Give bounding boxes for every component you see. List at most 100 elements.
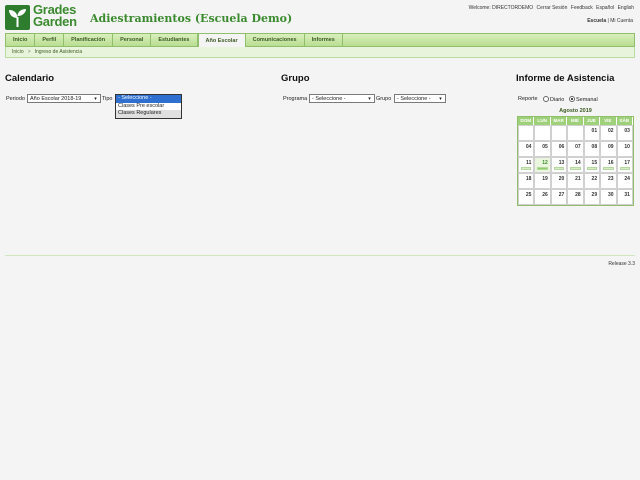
calendar-day[interactable]: 10 bbox=[616, 141, 633, 157]
calendar-day[interactable]: 29 bbox=[583, 189, 601, 205]
breadcrumb-current: Ingreso de Asistencia bbox=[34, 49, 83, 55]
english-link[interactable]: English bbox=[618, 5, 634, 11]
periodo-label: Periodo bbox=[6, 96, 25, 102]
nav-perfil[interactable]: Perfil bbox=[35, 34, 65, 46]
calendar-day[interactable]: 19 bbox=[534, 173, 551, 189]
calendar-day-number: 23 bbox=[607, 176, 614, 182]
programa-select[interactable]: - Seleccione - ▾ bbox=[309, 94, 375, 103]
calendar-day[interactable]: 25 bbox=[518, 189, 535, 205]
calendar-day-number: 16 bbox=[607, 160, 614, 166]
calendar-day-number: 02 bbox=[607, 128, 614, 134]
attendance-calendar: DOM LUN MAR MIE JUE VIE SÁB 01 02 03 04 05 06… bbox=[517, 116, 634, 206]
calendar-day[interactable]: 17 bbox=[616, 157, 633, 173]
tipo-option-regulares[interactable]: Clases Regulares bbox=[116, 110, 181, 118]
diario-radio[interactable] bbox=[543, 96, 549, 102]
calendar-day[interactable]: 15 bbox=[583, 157, 601, 173]
account-links: Escuela | Mi Cuenta bbox=[587, 18, 633, 24]
calendar-day-number: 28 bbox=[575, 192, 581, 198]
tipo-option-pre-escolar[interactable]: Clases Pre escolar bbox=[116, 103, 181, 111]
calendar-day-number: 01 bbox=[591, 128, 598, 134]
escuela-link[interactable]: Escuela bbox=[587, 18, 606, 24]
calendar-day[interactable]: 26 bbox=[534, 189, 551, 205]
calendar-day-number: 25 bbox=[525, 192, 532, 198]
attendance-bar bbox=[586, 167, 598, 170]
calendar-day[interactable]: 09 bbox=[600, 141, 617, 157]
calendar-day-number: 26 bbox=[542, 192, 548, 198]
calendar-day-number: 06 bbox=[558, 144, 565, 150]
calendar-day-number: 03 bbox=[624, 128, 630, 134]
calendar-day-number: 30 bbox=[607, 192, 614, 198]
calendar-week-row: 01 02 03 bbox=[518, 125, 633, 141]
calendar-day[interactable]: 24 bbox=[616, 173, 633, 189]
spanish-link[interactable]: Español bbox=[596, 5, 614, 11]
tipo-option-seleccione[interactable]: - Seleccione - bbox=[116, 95, 181, 103]
weekday-lun: LUN bbox=[534, 117, 551, 125]
grupo-value: - Seleccione - bbox=[397, 95, 431, 102]
logo-line2: Garden bbox=[33, 14, 77, 29]
calendar-day[interactable]: 12 bbox=[534, 157, 551, 173]
chevron-down-icon: ▾ bbox=[439, 96, 442, 102]
sprout-icon bbox=[5, 5, 30, 30]
mi-cuenta-link[interactable]: Mi Cuenta bbox=[610, 18, 633, 24]
welcome-text: Welcome: DIRECTORDEMO bbox=[468, 5, 534, 11]
calendar-day-number: 10 bbox=[624, 144, 630, 150]
calendar-day[interactable]: 11 bbox=[518, 157, 535, 173]
calendar-day[interactable]: 16 bbox=[600, 157, 617, 173]
calendar-day[interactable]: 23 bbox=[600, 173, 617, 189]
calendar-day-number: 08 bbox=[591, 144, 598, 150]
calendar-day[interactable]: 31 bbox=[616, 189, 633, 205]
attendance-bar bbox=[537, 167, 548, 170]
feedback-link[interactable]: Feedback bbox=[571, 5, 593, 11]
grupo-label: Grupo bbox=[376, 96, 392, 102]
calendar-day[interactable]: 20 bbox=[550, 173, 568, 189]
app-title: Adiestramientos (Escuela Demo) bbox=[90, 12, 293, 25]
weekday-mar: MAR bbox=[551, 117, 568, 125]
nav-personal[interactable]: Personal bbox=[113, 34, 152, 46]
nav-planificacion[interactable]: Planificación bbox=[64, 34, 114, 46]
nav-inicio[interactable]: Inicio bbox=[6, 34, 36, 46]
calendar-day[interactable]: 02 bbox=[600, 125, 617, 141]
calendar-day[interactable]: 03 bbox=[616, 125, 633, 141]
calendar-day-number: 27 bbox=[558, 192, 565, 198]
programa-value: - Seleccione - bbox=[312, 95, 346, 102]
calendar-day[interactable]: 05 bbox=[534, 141, 551, 157]
weekday-vie: VIE bbox=[600, 117, 617, 125]
calendar-day[interactable]: 30 bbox=[600, 189, 617, 205]
calendar-day[interactable]: 04 bbox=[518, 141, 535, 157]
calendar-day[interactable]: 13 bbox=[550, 157, 568, 173]
calendar-empty-cell bbox=[534, 125, 551, 141]
calendar-day-number: 13 bbox=[558, 160, 565, 166]
calendar-week-row: 11 12 13 14 15 16 17 bbox=[518, 157, 633, 173]
attendance-bar bbox=[619, 167, 630, 170]
tipo-dropdown-list[interactable]: - Seleccione - Clases Pre escolar Clases… bbox=[115, 94, 182, 119]
calendar-week-row: 25 26 27 28 29 30 31 bbox=[518, 189, 633, 205]
calendar-day[interactable]: 22 bbox=[583, 173, 601, 189]
calendar-day[interactable]: 21 bbox=[567, 173, 584, 189]
calendar-day[interactable]: 18 bbox=[518, 173, 535, 189]
nav-informes[interactable]: Informes bbox=[305, 34, 343, 46]
logout-link[interactable]: Cerrar Sesión bbox=[537, 5, 568, 11]
calendar-day[interactable]: 01 bbox=[583, 125, 601, 141]
nav-comunicaciones[interactable]: Comunicaciones bbox=[246, 34, 305, 46]
calendar-day[interactable]: 08 bbox=[583, 141, 601, 157]
calendar-day-number: 22 bbox=[591, 176, 598, 182]
calendar-day[interactable]: 28 bbox=[567, 189, 584, 205]
calendar-day-number: 21 bbox=[575, 176, 581, 182]
breadcrumb-separator: > bbox=[27, 49, 31, 55]
grades-garden-logo[interactable]: Grades Garden bbox=[5, 3, 83, 31]
breadcrumb-home[interactable]: Inicio bbox=[12, 49, 24, 55]
calendar-empty-cell bbox=[567, 125, 584, 141]
calendar-day-number: 24 bbox=[624, 176, 630, 182]
calendar-day[interactable]: 06 bbox=[550, 141, 568, 157]
nav-ano-escolar[interactable]: Año Escolar bbox=[197, 33, 246, 47]
calendar-day[interactable]: 14 bbox=[567, 157, 584, 173]
calendar-day[interactable]: 27 bbox=[550, 189, 568, 205]
calendar-day[interactable]: 07 bbox=[567, 141, 584, 157]
main-nav: Inicio Perfil Planificación Personal Est… bbox=[5, 33, 635, 47]
periodo-select[interactable]: Año Escolar 2018-19 ▾ bbox=[27, 94, 101, 103]
semanal-radio[interactable] bbox=[569, 96, 575, 102]
footer-divider bbox=[5, 255, 635, 256]
calendar-month: Agosto 2019 bbox=[559, 108, 592, 114]
grupo-select[interactable]: - Seleccione - ▾ bbox=[394, 94, 446, 103]
nav-estudiantes[interactable]: Estudiantes bbox=[151, 34, 198, 46]
